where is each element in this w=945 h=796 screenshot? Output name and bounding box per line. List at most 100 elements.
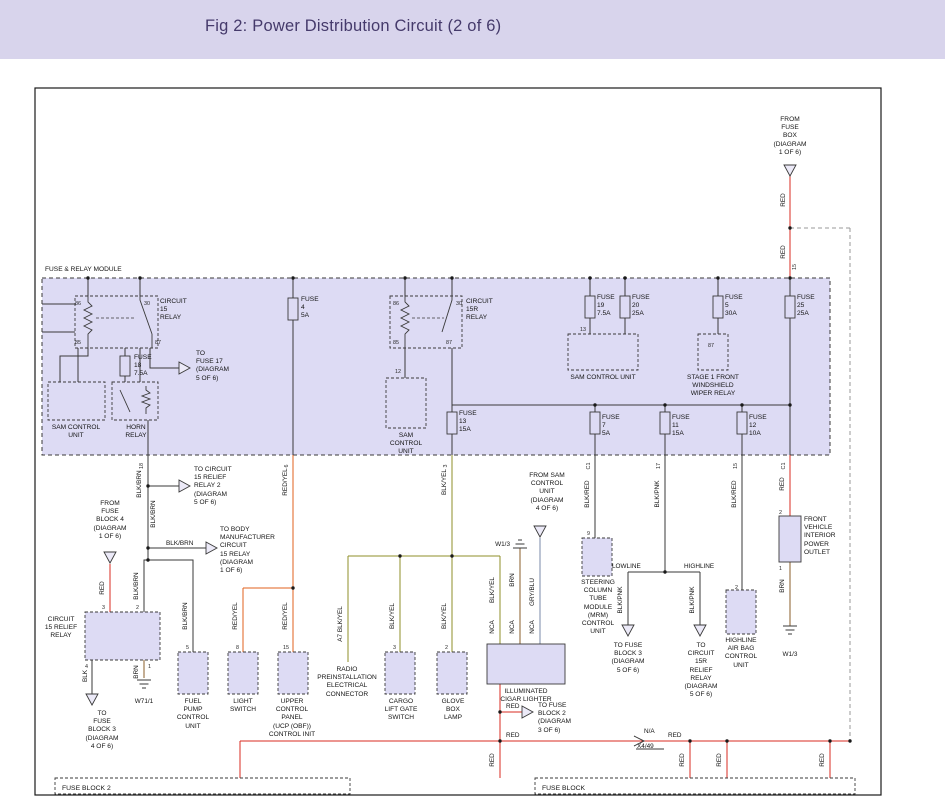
to-15r-relief-label: TO CIRCUIT 15R RELIEF RELAY (DIAGRAM 5 O… <box>680 642 722 700</box>
fuse-symbol <box>447 412 457 434</box>
steering-module-label: STEERING COLUMN TUBE MODULE (MRM) CONTRO… <box>578 579 618 637</box>
light-switch-label: LIGHT SWITCH <box>225 698 261 714</box>
horn-relay-label: HORN RELAY <box>114 424 158 440</box>
na-label: N/A <box>644 728 655 735</box>
power-outlet-label: FRONT VEHICLE INTERIOR POWER OUTLET <box>804 516 848 557</box>
wire-label-blk-yel: BLK/YEL <box>441 603 448 629</box>
fuse-symbol <box>713 296 723 318</box>
sam-control-left-label: SAM CONTROL UNIT <box>45 424 107 440</box>
pin-label: 5 <box>186 645 189 651</box>
wire-label-nca: NCA <box>489 620 496 634</box>
pin-label: 85 <box>393 340 399 346</box>
pin-label: 3 <box>443 465 449 468</box>
pin-label: 2 <box>136 605 139 611</box>
wire-label-blk-brn: BLK/BRN <box>182 602 189 630</box>
wire-label-red: RED <box>779 477 786 491</box>
fuse-block-label: FUSE BLOCK <box>542 785 586 792</box>
wire-label-red: RED <box>489 753 496 767</box>
wire-label-blk: BLK <box>82 669 89 682</box>
relief-relay-label: CIRCUIT 15 RELIEF RELAY <box>38 616 84 641</box>
fuel-pump-label: FUEL PUMP CONTROL UNIT <box>172 698 214 731</box>
wire-label-a7-blk-yel: A7 BLK/YEL <box>337 606 344 642</box>
pin-label: C1 <box>586 463 592 470</box>
wire-label-blk-red: BLK/RED <box>584 480 591 508</box>
fuse-symbol <box>120 356 130 376</box>
sam-control-mid-label: SAM CONTROL UNIT <box>384 432 428 457</box>
wire-label-red-yel: RED/YEL <box>232 602 239 630</box>
fuse11-label: FUSE 11 15A <box>672 414 698 439</box>
wire-label-red: RED <box>668 732 682 739</box>
connector-triangle-from-fuse-block4 <box>104 552 116 563</box>
ground-id-w71-1: W71/1 <box>135 698 154 705</box>
airbag-unit-label: HIGHLINE AIR BAG CONTROL UNIT <box>718 637 764 670</box>
wire-label-gry-blu: GRY/BLU <box>529 578 536 606</box>
fuse-symbol <box>785 296 795 318</box>
circuit15r-relay-label: CIRCUIT 15R RELAY <box>466 298 512 323</box>
fuse20-label: FUSE 20 25A <box>632 294 658 319</box>
wire-label-brn: BRN <box>779 579 786 593</box>
lowline-label: LOWLINE <box>612 563 641 570</box>
fuse-symbol <box>585 296 595 318</box>
fuse-symbol <box>737 412 747 434</box>
cigar-lighter-box <box>487 644 565 684</box>
to-fuse-block3-label: TO FUSE BLOCK 3 (DIAGRAM 4 OF 6) <box>80 710 124 751</box>
wire-label-blk-brn: BLK/BRN <box>166 540 194 547</box>
wire-label-blk-brn: BLK/BRN <box>133 572 140 600</box>
pin-label: 87 <box>708 343 714 349</box>
upper-control-panel-label: UPPER CONTROL PANEL (UCP (OBF)) CONTROL … <box>260 698 324 739</box>
to-fuse17-label: TO FUSE 17 (DIAGRAM 5 OF 6) <box>196 350 240 383</box>
from-sam-label: FROM SAM CONTROL UNIT (DIAGRAM 4 OF 6) <box>524 472 570 513</box>
fuel-pump-box <box>178 652 208 694</box>
fuse-block2-label: FUSE BLOCK 2 <box>62 785 111 792</box>
wires-black-yellow <box>348 455 500 662</box>
wire-label-brn: BRN <box>509 573 516 587</box>
wire-label-red: RED <box>679 753 686 767</box>
connector-triangle-to-fuse-block2 <box>522 706 533 718</box>
fuse19-label: FUSE 19 7.5A <box>597 294 623 319</box>
module-title: FUSE & RELAY MODULE <box>45 266 122 274</box>
upper-control-panel-box <box>278 652 308 694</box>
connector-triangle-to-relief2 <box>179 480 190 492</box>
glove-box-lamp-label: GLOVE BOX LAMP <box>436 698 470 723</box>
wire-label-blk-yel: BLK/YEL <box>389 603 396 629</box>
wire-label-blk-yel: BLK/YEL <box>489 577 496 603</box>
steering-module-box <box>582 538 612 576</box>
fuse13-label: FUSE 13 15A <box>459 410 485 435</box>
wire-label-nca: NCA <box>529 620 536 634</box>
pin-label: 1 <box>779 566 782 572</box>
ground-id-w1-3: W1/3 <box>495 541 510 548</box>
circuit15-relay-label: CIRCUIT 15 RELAY <box>160 298 206 323</box>
connector-triangle-to-15r-relief <box>694 625 706 636</box>
radio-connector-label: RADIO PREINSTALLATION ELECTRICAL CONNECT… <box>312 666 382 699</box>
wire-label-blk-yel: BLK/YEL <box>441 469 448 495</box>
pin-label: C1 <box>781 463 787 470</box>
ground-id-w1-3: W1/3 <box>783 651 798 658</box>
pin-label: 4 <box>85 664 88 670</box>
pin-label: 1 <box>148 664 151 670</box>
pin-label: 8 <box>236 645 239 651</box>
pin-label: 2 <box>445 645 448 651</box>
wire-label-red: RED <box>99 581 106 595</box>
wire-label-red: RED <box>780 245 787 259</box>
fuse-symbol <box>660 412 670 434</box>
connector-triangle-from-sam <box>534 526 546 537</box>
highline-label: HIGHLINE <box>684 563 714 570</box>
pin-label: 3 <box>393 645 396 651</box>
power-outlet-box <box>779 516 801 562</box>
wire-label-blk-pnk: BLK/PNK <box>689 586 696 614</box>
connector-triangle-to-fuse-block3 <box>86 694 98 705</box>
pin-label: 17 <box>656 463 662 469</box>
pin-label: 2 <box>779 510 782 516</box>
wire-label-red-yel: RED/YEL <box>282 602 289 630</box>
fuse-symbol <box>590 412 600 434</box>
wiper-relay-label: STAGE 1 FRONT WINDSHIELD WIPER RELAY <box>671 374 755 399</box>
pin-label: 15 <box>733 463 739 469</box>
wire-label-blk-brn: BLK/BRN <box>136 470 143 498</box>
fuse18-label: FUSE 18 7.5A <box>134 354 164 379</box>
fuse5-label: FUSE 5 30A <box>725 294 751 319</box>
pin-label: 2 <box>735 585 738 591</box>
sam-control-right-label: SAM CONTROL UNIT <box>558 374 648 382</box>
to-relief2-label: TO CIRCUIT 15 RELIEF RELAY 2 (DIAGRAM 5 … <box>194 466 246 507</box>
pin-label: 30 <box>144 301 150 307</box>
wire-label-red: RED <box>716 753 723 767</box>
